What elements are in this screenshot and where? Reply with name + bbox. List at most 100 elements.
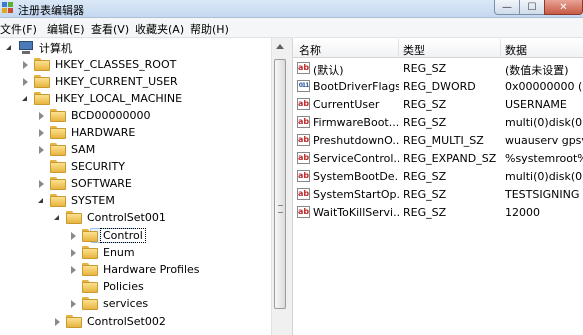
string-value-icon: ab — [297, 206, 310, 218]
value-data: multi(0)disk(0)r — [505, 170, 583, 183]
tree-node-system[interactable]: SYSTEM — [37, 192, 115, 209]
tree-node-sam[interactable]: SAM — [37, 141, 95, 158]
tree-node-label: ControlSet001 — [87, 211, 166, 224]
scroll-up-arrow-icon[interactable] — [276, 44, 284, 49]
value-type: REG_MULTI_SZ — [403, 134, 484, 147]
value-name: BootDriverFlags — [313, 80, 399, 93]
folder-icon — [66, 211, 82, 224]
tree-node-label: services — [103, 297, 149, 310]
expand-arrow-icon[interactable] — [69, 231, 78, 240]
expand-arrow-icon[interactable] — [37, 179, 46, 188]
collapse-arrow-icon[interactable] — [21, 94, 30, 103]
column-header-data[interactable]: 数据 — [505, 42, 527, 58]
collapse-arrow-icon[interactable] — [5, 43, 14, 52]
tree-node-label: BCD00000000 — [71, 109, 151, 122]
maximize-button[interactable]: ☐ — [519, 0, 545, 15]
expand-arrow-icon[interactable] — [21, 77, 30, 86]
tree-node-security[interactable]: SECURITY — [37, 158, 125, 175]
column-divider[interactable] — [398, 39, 399, 56]
expand-arrow-icon[interactable] — [37, 111, 46, 120]
tree-node-label: HKEY_LOCAL_MACHINE — [55, 92, 183, 105]
list-row[interactable]: ab SystemBootDe... REG_SZ multi(0)disk(0… — [293, 167, 583, 185]
tree-node-control[interactable]: Control — [69, 227, 146, 244]
column-divider[interactable] — [500, 39, 501, 56]
column-header-type[interactable]: 类型 — [403, 42, 425, 58]
menu-help[interactable]: 帮助(H) — [190, 21, 229, 37]
close-button[interactable]: ✕ — [544, 0, 583, 15]
value-data: 12000 — [505, 206, 540, 219]
menu-view[interactable]: 查看(V) — [91, 21, 129, 37]
tree-node-controlset001[interactable]: ControlSet001 — [53, 209, 166, 226]
folder-icon — [50, 160, 66, 173]
tree-node-bcd[interactable]: BCD00000000 — [37, 107, 151, 124]
expand-arrow-icon[interactable] — [37, 145, 46, 154]
list-row[interactable]: ab SystemStartOp... REG_SZ TESTSIGNING — [293, 185, 583, 203]
tree-node-hardware-profiles[interactable]: Hardware Profiles — [69, 261, 200, 278]
menu-edit[interactable]: 编辑(E) — [47, 21, 85, 37]
list-row[interactable]: 011 BootDriverFlags REG_DWORD 0x00000000… — [293, 77, 583, 95]
list-row[interactable]: ab PreshutdownO... REG_MULTI_SZ wuauserv… — [293, 131, 583, 149]
tree-node-policies[interactable]: Policies — [69, 278, 144, 295]
string-value-icon: ab — [297, 152, 310, 164]
list-row[interactable]: ab (默认) REG_SZ (数值未设置) — [293, 59, 583, 77]
menu-bar: 文件(F) 编辑(E) 查看(V) 收藏夹(A) 帮助(H) — [0, 18, 583, 38]
string-value-icon: ab — [297, 188, 310, 200]
expand-arrow-icon[interactable] — [37, 128, 46, 137]
tree-node-services[interactable]: services — [69, 295, 148, 312]
tree-node-label: HARDWARE — [71, 126, 136, 139]
tree-node-enum[interactable]: Enum — [69, 244, 135, 261]
tree-node-label: Control — [100, 228, 146, 243]
folder-icon — [66, 315, 82, 328]
list-row[interactable]: ab WaitToKillServi... REG_SZ 12000 — [293, 203, 583, 221]
value-type: REG_EXPAND_SZ — [403, 152, 497, 165]
value-data: USERNAME — [505, 98, 567, 111]
string-value-icon: ab — [297, 62, 310, 74]
value-data: TESTSIGNING — [505, 188, 580, 201]
expand-arrow-icon[interactable] — [69, 248, 78, 257]
folder-icon — [50, 109, 66, 122]
tree-node-label: Policies — [103, 280, 144, 293]
tree-node-software[interactable]: SOFTWARE — [37, 175, 132, 192]
tree-node-hkcr[interactable]: HKEY_CLASSES_ROOT — [21, 56, 176, 73]
list-row[interactable]: ab FirmwareBoot... REG_SZ multi(0)disk(0… — [293, 113, 583, 131]
expand-arrow-icon[interactable] — [21, 60, 30, 69]
list-row[interactable]: ab ServiceControl... REG_EXPAND_SZ %syst… — [293, 149, 583, 167]
title-bar: 注册表编辑器 — ☐ ✕ — [0, 0, 583, 18]
expand-arrow-icon[interactable] — [53, 317, 62, 326]
value-name: ServiceControl... — [313, 152, 399, 165]
tree-node-hklm[interactable]: HKEY_LOCAL_MACHINE — [21, 90, 182, 107]
tree-node-hkcu[interactable]: HKEY_CURRENT_USER — [21, 73, 178, 90]
tree-node-computer[interactable]: 计算机 — [5, 39, 72, 56]
value-type: REG_SZ — [403, 170, 447, 183]
value-type: REG_SZ — [403, 62, 447, 75]
folder-icon — [34, 58, 50, 71]
value-type: REG_SZ — [403, 188, 447, 201]
folder-icon — [50, 126, 66, 139]
tree-scrollbar[interactable] — [271, 38, 288, 335]
tree-node-label: Enum — [103, 246, 135, 259]
string-value-icon: ab — [297, 116, 310, 128]
column-header: 名称 类型 数据 — [293, 38, 583, 58]
folder-icon — [82, 246, 98, 259]
value-data: 0x00000000 (0) — [505, 80, 583, 93]
values-list: 名称 类型 数据 ab (默认) REG_SZ (数值未设置) 011 Boot… — [293, 38, 583, 335]
menu-file[interactable]: 文件(F) — [0, 21, 37, 37]
tree-node-label: SYSTEM — [71, 194, 115, 207]
minimize-button[interactable]: — — [494, 0, 520, 15]
folder-icon — [82, 263, 98, 276]
column-header-name[interactable]: 名称 — [299, 42, 321, 58]
value-name: CurrentUser — [313, 98, 380, 111]
tree-node-label: SECURITY — [71, 160, 125, 173]
expand-arrow-icon[interactable] — [69, 265, 78, 274]
window-title: 注册表编辑器 — [18, 4, 84, 17]
collapse-arrow-icon[interactable] — [53, 213, 62, 222]
string-value-icon: ab — [297, 134, 310, 146]
list-row[interactable]: ab CurrentUser REG_SZ USERNAME — [293, 95, 583, 113]
tree-node-label: 计算机 — [39, 41, 72, 55]
scrollbar-thumb[interactable] — [274, 59, 286, 309]
menu-favorites[interactable]: 收藏夹(A) — [135, 21, 184, 37]
collapse-arrow-icon[interactable] — [37, 196, 46, 205]
expand-arrow-icon[interactable] — [69, 299, 78, 308]
tree-node-hardware[interactable]: HARDWARE — [37, 124, 135, 141]
tree-node-controlset002[interactable]: ControlSet002 — [53, 313, 166, 330]
